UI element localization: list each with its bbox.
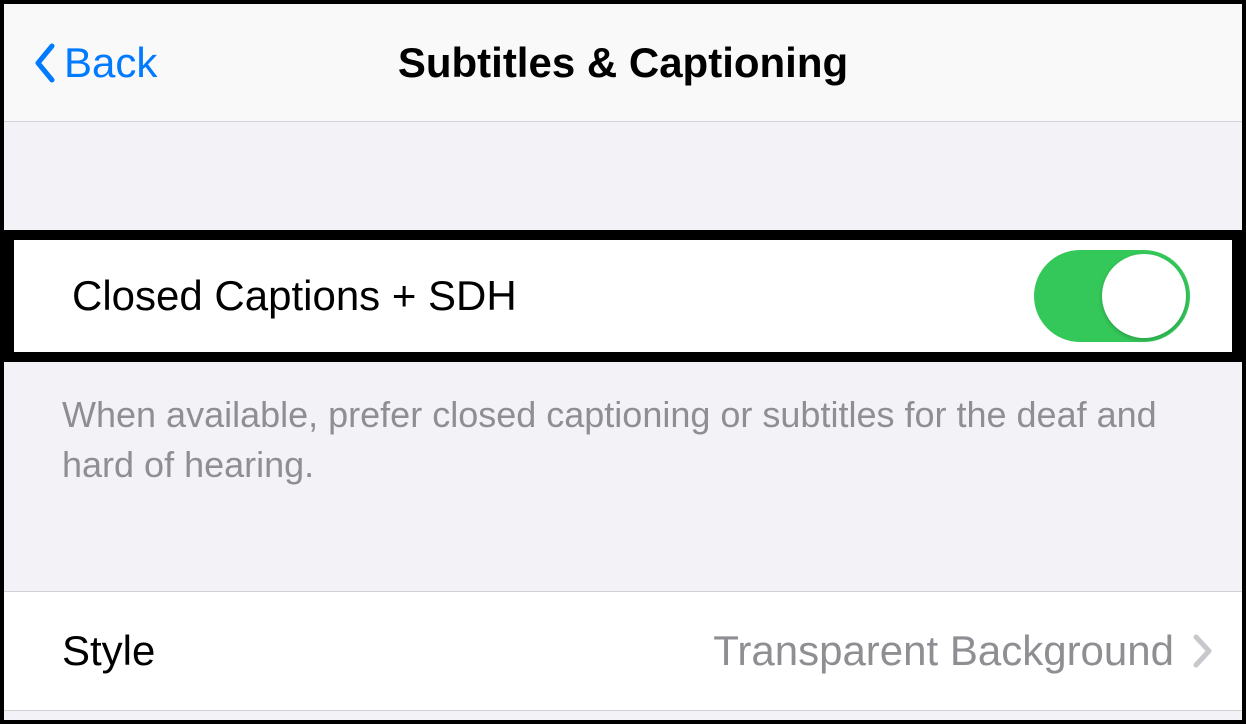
page-title: Subtitles & Captioning — [398, 39, 848, 87]
section-spacer — [4, 711, 1242, 720]
section-spacer — [4, 531, 1242, 591]
section-spacer — [4, 122, 1242, 230]
highlighted-row: Closed Captions + SDH — [4, 230, 1242, 362]
cc-sdh-label: Closed Captions + SDH — [72, 272, 517, 320]
style-row[interactable]: Style Transparent Background — [4, 591, 1242, 711]
settings-screen: Back Subtitles & Captioning Closed Capti… — [4, 4, 1242, 720]
section-footer: When available, prefer closed captioning… — [4, 362, 1242, 531]
toggle-knob — [1102, 254, 1186, 338]
style-label: Style — [62, 627, 713, 675]
cc-sdh-toggle[interactable] — [1034, 250, 1190, 342]
chevron-right-icon — [1192, 633, 1214, 669]
back-button[interactable]: Back — [4, 39, 157, 87]
style-value: Transparent Background — [713, 627, 1174, 675]
back-label: Back — [64, 39, 157, 87]
cc-sdh-row: Closed Captions + SDH — [14, 240, 1232, 352]
chevron-left-icon — [32, 42, 56, 84]
nav-bar: Back Subtitles & Captioning — [4, 4, 1242, 122]
